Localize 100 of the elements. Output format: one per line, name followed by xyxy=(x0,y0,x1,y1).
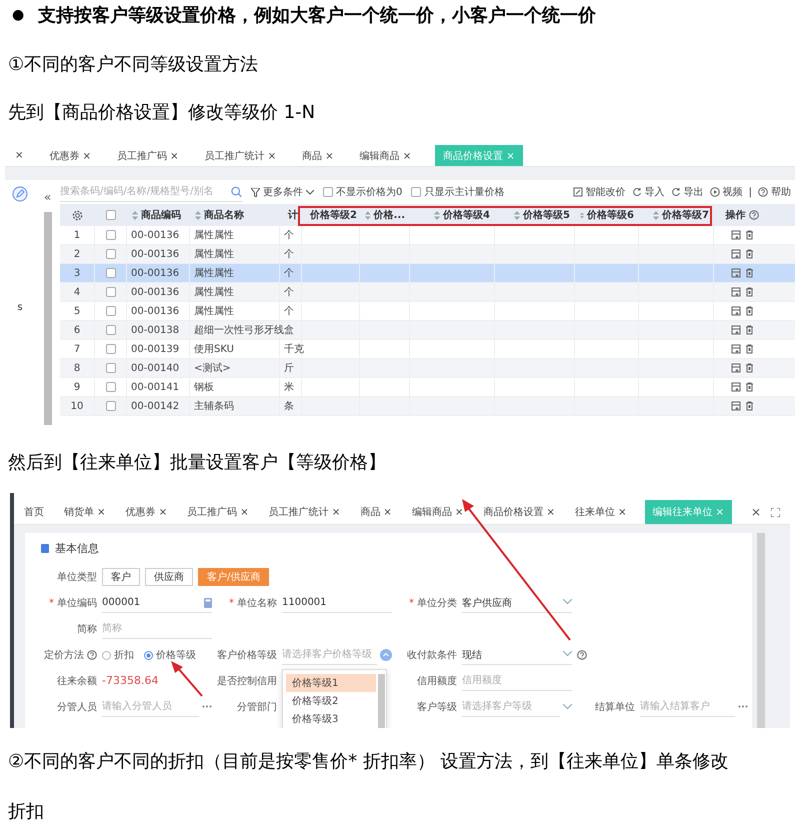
toolbar-link[interactable]: 导出 xyxy=(684,185,704,199)
table-row[interactable]: 3 00-00136 属性属性 个 xyxy=(60,264,795,283)
tab[interactable]: 员工推广码 × xyxy=(185,500,251,524)
unit-code-field[interactable]: 000001 xyxy=(102,593,212,613)
toolbar-link[interactable]: 视频 xyxy=(722,185,743,199)
edit-icon[interactable] xyxy=(730,287,740,297)
table-row[interactable]: 5 00-00136 属性属性 个 xyxy=(60,302,795,321)
sort-icon[interactable] xyxy=(514,210,520,220)
tab[interactable]: 员工推广码 × xyxy=(114,145,181,166)
more-filter-button[interactable]: 更多条件 xyxy=(251,185,314,199)
radio-button[interactable] xyxy=(144,650,153,660)
category-select[interactable]: 客户供应商 xyxy=(462,593,572,613)
sort-icon[interactable] xyxy=(365,210,371,220)
edit-icon[interactable] xyxy=(730,382,740,392)
checkbox[interactable] xyxy=(106,382,116,392)
price-level-select[interactable]: 请选择客户价格等级 xyxy=(282,644,377,664)
table-row[interactable]: 7 00-00139 使用SKU 千克 xyxy=(60,340,795,359)
edit-icon[interactable] xyxy=(730,230,740,240)
table-row[interactable]: 1 00-00136 属性属性 个 xyxy=(60,226,795,245)
sort-icon[interactable] xyxy=(132,210,138,220)
trash-icon[interactable] xyxy=(744,249,754,259)
trash-icon[interactable] xyxy=(744,306,754,316)
help-icon[interactable] xyxy=(577,650,587,660)
scrollbar[interactable] xyxy=(44,212,52,425)
checkbox[interactable] xyxy=(106,325,116,335)
toolbar-link[interactable]: 帮助 xyxy=(771,185,791,199)
table-row[interactable]: 8 00-00140 <测试> 斤 xyxy=(60,359,795,378)
more-icon[interactable] xyxy=(738,705,748,708)
edit-icon[interactable] xyxy=(730,306,740,316)
dropdown-option[interactable]: 价格等级2 xyxy=(286,692,376,710)
type-button[interactable]: 供应商 xyxy=(145,568,193,586)
table-row[interactable]: 4 00-00136 属性属性 个 xyxy=(60,283,795,302)
sort-icon[interactable] xyxy=(195,210,201,220)
collapse-button[interactable]: « xyxy=(44,186,52,204)
edit-icon[interactable] xyxy=(12,186,28,202)
checkbox[interactable] xyxy=(106,401,116,411)
checkbox[interactable] xyxy=(106,344,116,354)
help-icon[interactable] xyxy=(758,187,768,197)
tab[interactable]: 商品 × xyxy=(358,500,394,524)
tab[interactable]: 往来单位 × xyxy=(572,500,628,524)
checkbox[interactable] xyxy=(323,187,333,197)
checkbox[interactable] xyxy=(106,249,116,259)
chevron-down-icon[interactable] xyxy=(563,599,572,605)
chevron-up-icon[interactable] xyxy=(380,648,392,660)
help-icon[interactable] xyxy=(748,210,758,220)
tab[interactable]: 销货单 × xyxy=(62,500,108,524)
radio-button[interactable] xyxy=(102,650,111,660)
dropdown-option[interactable]: 价格等级3 xyxy=(286,710,376,728)
toolbar-link[interactable]: 导入 xyxy=(644,185,665,199)
edit-icon[interactable] xyxy=(730,325,740,335)
trash-icon[interactable] xyxy=(744,401,754,411)
toolbar-link[interactable]: 智能改价 xyxy=(586,185,626,199)
tab[interactable]: × xyxy=(13,145,26,166)
edit-icon[interactable] xyxy=(730,401,740,411)
checkbox[interactable] xyxy=(411,187,422,197)
unit-name-field[interactable]: 1100001 xyxy=(282,593,392,613)
edit-icon[interactable] xyxy=(730,344,740,354)
checkbox[interactable] xyxy=(106,306,116,316)
table-row[interactable]: 6 00-00138 超细一次性弓形牙线盒 xyxy=(60,321,795,340)
scrollbar[interactable] xyxy=(757,533,765,728)
chevron-down-icon[interactable] xyxy=(563,651,572,657)
tab[interactable]: 员工推广统计 × xyxy=(202,145,278,166)
trash-icon[interactable] xyxy=(744,268,754,278)
trash-icon[interactable] xyxy=(744,325,754,335)
checkbox[interactable] xyxy=(106,230,116,240)
chevron-down-icon[interactable] xyxy=(563,704,572,710)
trash-icon[interactable] xyxy=(744,382,754,392)
customer-level-select[interactable]: 请选择客户等级 xyxy=(462,696,560,716)
tab[interactable]: 首页 xyxy=(22,500,46,524)
fullscreen-icon[interactable] xyxy=(771,508,780,516)
tab[interactable]: 员工推广统计 × xyxy=(266,500,342,524)
search-icon[interactable] xyxy=(230,186,242,198)
close-button[interactable]: × xyxy=(750,505,761,519)
table-row[interactable]: 2 00-00136 属性属性 个 xyxy=(60,245,795,264)
checkbox[interactable] xyxy=(106,268,116,278)
calculator-icon[interactable] xyxy=(204,598,212,608)
edit-icon[interactable] xyxy=(730,268,740,278)
trash-icon[interactable] xyxy=(744,344,754,354)
sort-icon[interactable] xyxy=(653,210,660,220)
checkbox[interactable] xyxy=(106,210,116,220)
dropdown-option[interactable]: 价格等级1 xyxy=(286,674,376,692)
short-name-field[interactable]: 简称 xyxy=(102,618,212,638)
edit-icon[interactable] xyxy=(730,363,740,373)
tab[interactable]: 编辑商品 × xyxy=(358,145,414,166)
type-button[interactable]: 客户 xyxy=(102,568,140,586)
checkbox[interactable] xyxy=(106,287,116,297)
credit-limit-field[interactable]: 信用额度 xyxy=(462,670,572,690)
manager-field[interactable]: 请输入分管人员 xyxy=(102,696,199,716)
checkbox[interactable] xyxy=(106,363,116,373)
trash-icon[interactable] xyxy=(744,287,754,297)
table-row[interactable]: 9 00-00141 钢板 米 xyxy=(60,378,795,397)
tab[interactable]: 商品 × xyxy=(300,145,336,166)
balance-value[interactable]: -73358.64 xyxy=(102,671,212,691)
search-field[interactable]: 搜索条码/编码/名称/规格型号/别名 xyxy=(60,182,242,202)
trash-icon[interactable] xyxy=(744,230,754,240)
payment-terms-select[interactable]: 现结 xyxy=(462,645,572,665)
trash-icon[interactable] xyxy=(744,363,754,373)
help-icon[interactable] xyxy=(87,650,97,660)
table-row[interactable]: 10 00-00142 主辅条码 条 xyxy=(60,397,795,416)
tab[interactable]: 编辑商品 × xyxy=(410,500,466,524)
